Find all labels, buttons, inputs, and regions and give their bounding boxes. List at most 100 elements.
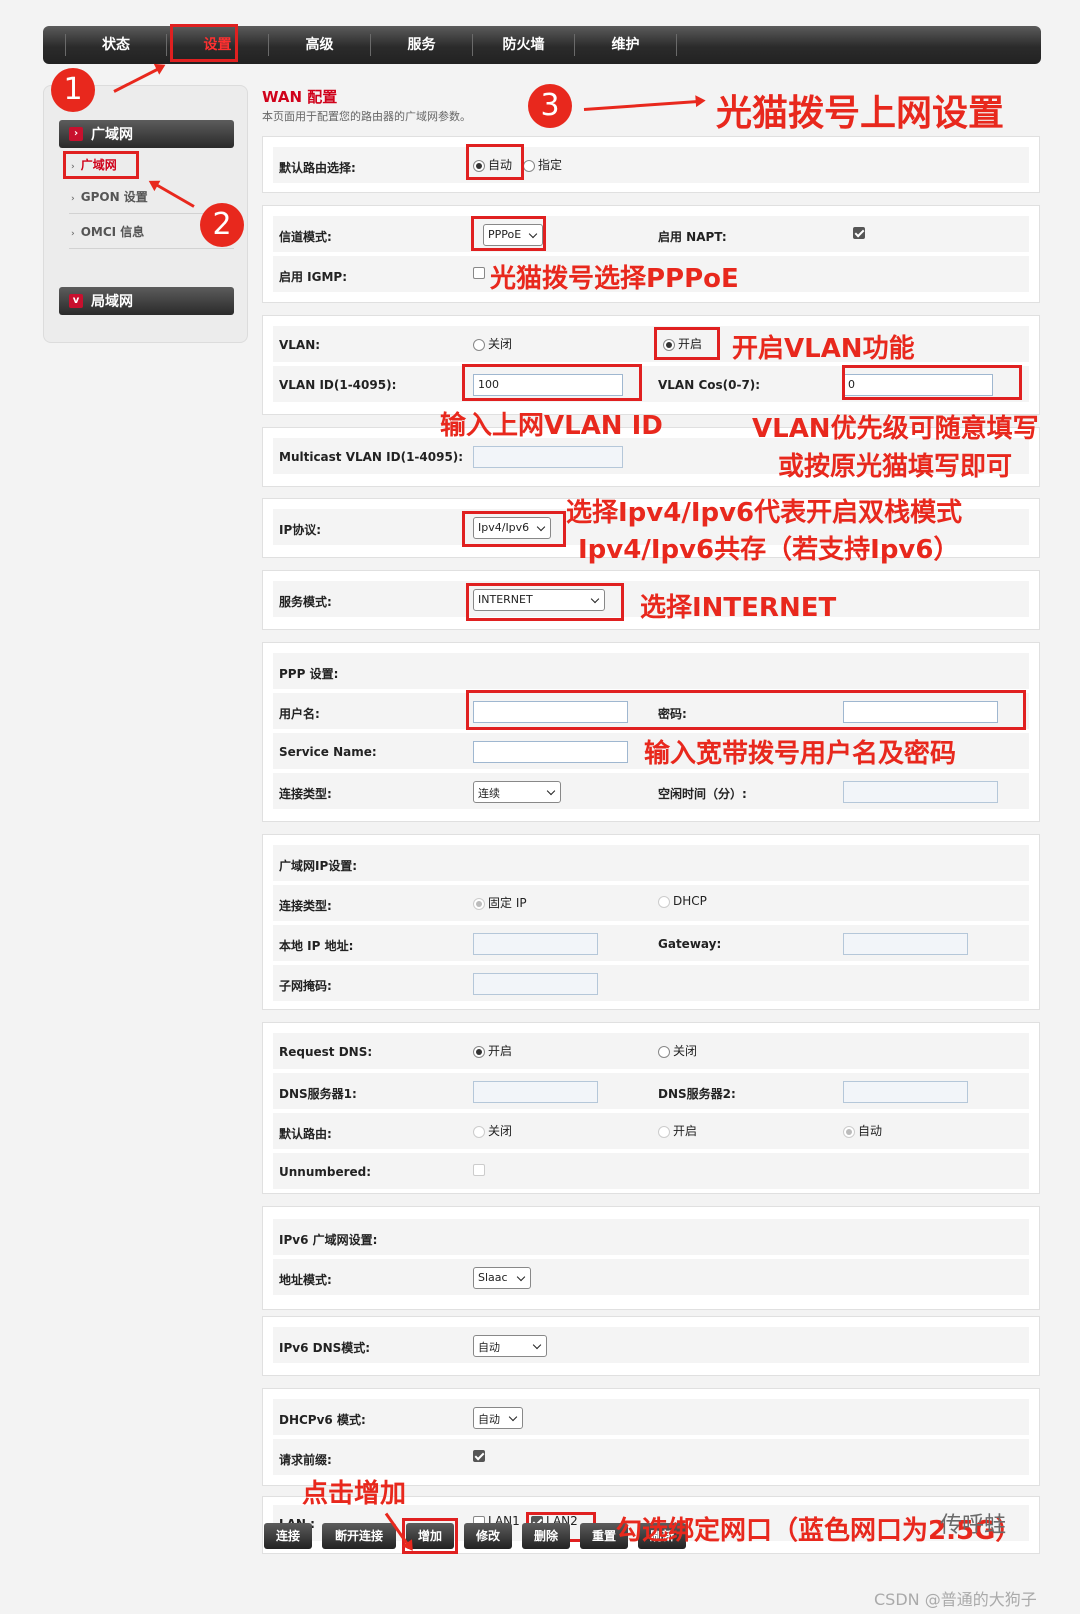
radio-dr-on[interactable]: 开启: [658, 1122, 697, 1139]
service-mode-label: 服务模式:: [279, 595, 332, 609]
radio-icon: [523, 159, 535, 172]
radio-dns-on[interactable]: 开启: [473, 1042, 512, 1059]
dns1-label: DNS服务器1:: [279, 1087, 357, 1101]
napt-label: 启用 NAPT:: [658, 230, 727, 244]
radio-vlan-off[interactable]: 关闭: [473, 335, 512, 352]
dhcpv6-select[interactable]: 自动: [473, 1407, 523, 1429]
mcast-input[interactable]: [473, 446, 623, 468]
radio-specify[interactable]: 指定: [523, 156, 562, 173]
panel-dhcpv6: DHCPv6 模式: 自动 请求前缀:: [262, 1388, 1040, 1486]
annotation-vlan: 开启VLAN功能: [732, 334, 915, 364]
napt-checkbox[interactable]: [853, 225, 868, 239]
checkbox-icon: [473, 266, 485, 279]
unnumbered-checkbox[interactable]: [473, 1162, 488, 1176]
highlight-box: [63, 151, 139, 179]
chevron-down-icon: v: [69, 294, 83, 308]
form-row: 连接类型: 固定 IP DHCP: [273, 885, 1029, 923]
sidebar-section-label: 广域网: [91, 127, 133, 143]
radio-icon: [658, 1125, 670, 1138]
conn-type-select[interactable]: 连续: [473, 781, 561, 803]
step-badge: 1: [51, 68, 95, 112]
prefix-checkbox[interactable]: [473, 1448, 488, 1462]
channel-mode-label: 信道模式:: [279, 230, 332, 244]
radio-dhcp[interactable]: DHCP: [658, 894, 707, 908]
annotation-internet: 选择INTERNET: [640, 593, 837, 623]
radio-dr-off[interactable]: 关闭: [473, 1122, 512, 1139]
radio-fixed-ip[interactable]: 固定 IP: [473, 894, 527, 911]
gateway-input[interactable]: [843, 933, 968, 955]
annotation-pppoe: 光猫拨号选择PPPoE: [490, 264, 739, 294]
bullet-icon: ›: [71, 194, 75, 204]
radio-dns-off[interactable]: 关闭: [658, 1042, 697, 1059]
radio-icon: [658, 895, 670, 908]
service-name-label: Service Name:: [279, 745, 377, 759]
delete-button[interactable]: 删除: [522, 1523, 570, 1549]
highlight-box: [466, 144, 524, 180]
modify-button[interactable]: 修改: [464, 1523, 512, 1549]
default-route-dns-label: 默认路由:: [279, 1127, 332, 1141]
step-badge: 2: [200, 203, 244, 247]
idle-time-label: 空闲时间（分）:: [658, 787, 747, 801]
radio-label: 关闭: [488, 1124, 513, 1138]
radio-icon: [473, 1125, 485, 1138]
dns1-input[interactable]: [473, 1081, 598, 1103]
radio-label: 关闭: [488, 337, 513, 351]
radio-label: 自动: [858, 1124, 883, 1138]
highlight-box: [654, 327, 720, 360]
vlan-id-label: VLAN ID(1-4095):: [279, 378, 397, 392]
service-name-input[interactable]: [473, 741, 628, 763]
radio-label: DHCP: [673, 894, 707, 908]
dhcpv6-label: DHCPv6 模式:: [279, 1413, 366, 1427]
form-row: PPP 设置:: [273, 653, 1029, 691]
form-row: IPv6 广域网设置:: [273, 1219, 1029, 1257]
highlight-box: [466, 583, 624, 621]
ipv6-dns-mode-select[interactable]: 自动: [473, 1335, 547, 1357]
sidebar-section-wan[interactable]: › 广域网: [59, 120, 234, 148]
checkbox-icon: [853, 226, 865, 239]
subnet-input[interactable]: [473, 973, 598, 995]
form-row: 广域网IP设置:: [273, 845, 1029, 883]
annotation-ip-2: Ipv4/Ipv6共存（若支持Ipv6）: [578, 535, 960, 565]
request-dns-label: Request DNS:: [279, 1045, 373, 1059]
conn-type-label: 连接类型:: [279, 787, 332, 801]
annotation-cos-2: 或按原光猫填写即可: [778, 452, 1013, 482]
igmp-label: 启用 IGMP:: [279, 270, 348, 284]
sidebar-item-label: GPON 设置: [80, 190, 148, 204]
credit-text: CSDN @普通的大狗子: [874, 1590, 1037, 1609]
panel-ppp: PPP 设置: 用户名: 密码: Service Name: 连接类型: 连续 …: [262, 642, 1040, 822]
radio-dr-auto[interactable]: 自动: [843, 1122, 882, 1139]
sidebar-section-lan[interactable]: v 局域网: [59, 287, 234, 315]
form-row: VLAN: 关闭 开启: [273, 326, 1029, 364]
nav-status[interactable]: 状态: [65, 34, 167, 56]
local-ip-input[interactable]: [473, 933, 598, 955]
highlight-box: [170, 24, 238, 62]
annotation-ip-1: 选择Ipv4/Ipv6代表开启双栈模式: [566, 498, 963, 528]
nav-firewall[interactable]: 防火墙: [473, 34, 575, 56]
dns2-input[interactable]: [843, 1081, 968, 1103]
dns2-label: DNS服务器2:: [658, 1087, 736, 1101]
radio-icon: [473, 897, 485, 910]
connect-button[interactable]: 连接: [264, 1523, 312, 1549]
disconnect-button[interactable]: 断开连接: [322, 1523, 396, 1549]
form-row: 地址模式: Slaac: [273, 1259, 1029, 1297]
unnumbered-label: Unnumbered:: [279, 1165, 372, 1179]
default-route-label: 默认路由选择:: [279, 161, 356, 175]
radio-label: 固定 IP: [488, 896, 527, 910]
idle-time-input[interactable]: [843, 781, 998, 803]
prefix-label: 请求前缀:: [279, 1453, 332, 1467]
addr-mode-select[interactable]: Slaac: [473, 1267, 531, 1289]
bullet-icon: ›: [71, 229, 75, 239]
radio-icon: [658, 1045, 670, 1058]
step-badge: 3: [528, 84, 572, 128]
form-row: 子网掩码:: [273, 965, 1029, 1003]
nav-maintenance[interactable]: 维护: [575, 34, 677, 56]
form-row: Request DNS: 开启 关闭: [273, 1033, 1029, 1071]
annotation-add: 点击增加: [302, 1479, 407, 1509]
radio-label: 指定: [538, 158, 563, 172]
radio-icon: [473, 338, 485, 351]
nav-advanced[interactable]: 高级: [269, 34, 371, 56]
igmp-checkbox[interactable]: [473, 265, 488, 279]
panel-ipv6-dns: IPv6 DNS模式: 自动: [262, 1316, 1040, 1376]
radio-label: 关闭: [673, 1044, 698, 1058]
nav-service[interactable]: 服务: [371, 34, 473, 56]
